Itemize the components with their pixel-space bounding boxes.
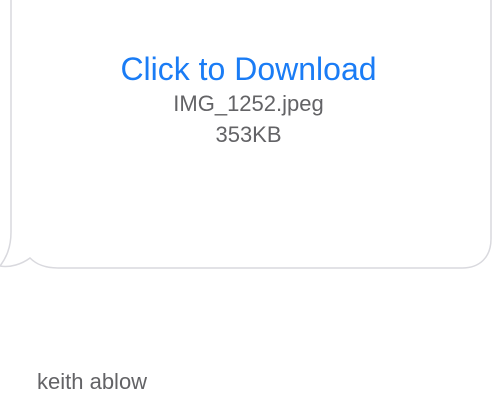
attachment-info: Click to Download IMG_1252.jpeg 353KB (0, 50, 497, 150)
message-bubble: Click to Download IMG_1252.jpeg 353KB (0, 0, 497, 275)
file-name: IMG_1252.jpeg (173, 91, 324, 116)
file-size: 353KB (215, 122, 282, 147)
sender-name: keith ablow (37, 369, 148, 394)
download-link[interactable]: Click to Download (0, 50, 497, 88)
